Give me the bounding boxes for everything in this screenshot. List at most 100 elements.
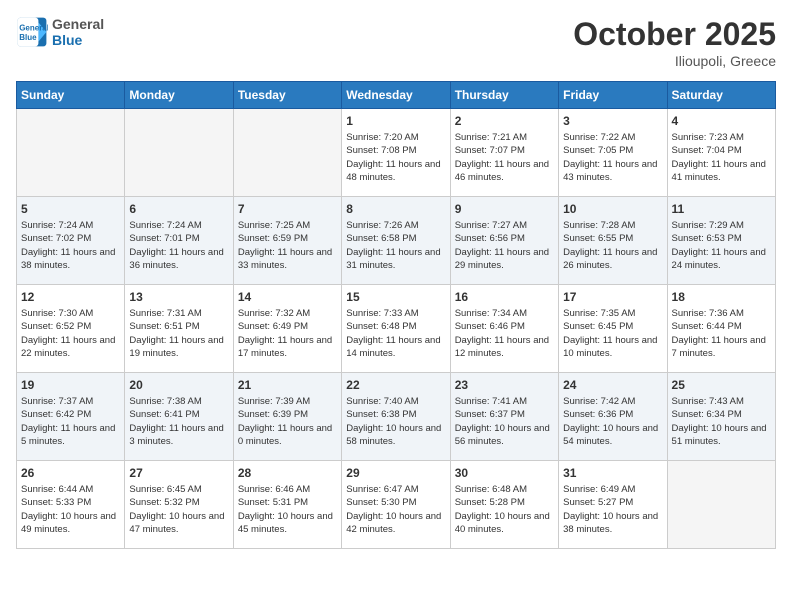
calendar-cell: 8 Sunrise: 7:26 AM Sunset: 6:58 PM Daylig…: [342, 197, 450, 285]
calendar-cell: [17, 109, 125, 197]
calendar-cell: 10 Sunrise: 7:28 AM Sunset: 6:55 PM Dayli…: [559, 197, 667, 285]
day-number: 15: [346, 290, 445, 304]
calendar-subtitle: Ilioupoli, Greece: [573, 53, 776, 69]
logo-icon: General Blue: [16, 16, 48, 48]
day-number: 1: [346, 114, 445, 128]
day-info: Sunrise: 7:26 AM Sunset: 6:58 PM Dayligh…: [346, 219, 445, 272]
calendar-cell: 24 Sunrise: 7:42 AM Sunset: 6:36 PM Dayli…: [559, 373, 667, 461]
day-info: Sunrise: 7:22 AM Sunset: 7:05 PM Dayligh…: [563, 131, 662, 184]
day-number: 14: [238, 290, 337, 304]
calendar-cell: 22Sunrise: 7:40 AM Sunset: 6:38 PM Dayli…: [342, 373, 450, 461]
day-number: 21: [238, 378, 337, 392]
calendar-cell: 17 Sunrise: 7:35 AM Sunset: 6:45 PM Dayli…: [559, 285, 667, 373]
day-number: 28: [238, 466, 337, 480]
column-header-wednesday: Wednesday: [342, 82, 450, 109]
day-number: 29: [346, 466, 445, 480]
day-info: Sunrise: 7:33 AM Sunset: 6:48 PM Dayligh…: [346, 307, 445, 360]
calendar-cell: 29 Sunrise: 6:47 AM Sunset: 5:30 PM Dayli…: [342, 461, 450, 549]
calendar-cell: [233, 109, 341, 197]
day-number: 2: [455, 114, 554, 128]
day-info: Sunrise: 7:27 AM Sunset: 6:56 PM Dayligh…: [455, 219, 554, 272]
calendar-cell: [667, 461, 775, 549]
day-info: Sunrise: 6:48 AM Sunset: 5:28 PM Dayligh…: [455, 483, 554, 536]
day-info: Sunrise: 7:40 AM Sunset: 6:38 PM Dayligh…: [346, 395, 445, 448]
calendar-cell: 7Sunrise: 7:25 AM Sunset: 6:59 PM Daylig…: [233, 197, 341, 285]
day-number: 27: [129, 466, 228, 480]
day-info: Sunrise: 7:37 AM Sunset: 6:42 PM Dayligh…: [21, 395, 120, 448]
day-info: Sunrise: 7:28 AM Sunset: 6:55 PM Dayligh…: [563, 219, 662, 272]
day-info: Sunrise: 7:43 AM Sunset: 6:34 PM Dayligh…: [672, 395, 771, 448]
calendar-cell: 9Sunrise: 7:27 AM Sunset: 6:56 PM Daylig…: [450, 197, 558, 285]
day-info: Sunrise: 7:30 AM Sunset: 6:52 PM Dayligh…: [21, 307, 120, 360]
day-number: 23: [455, 378, 554, 392]
title-block: October 2025 Ilioupoli, Greece: [573, 16, 776, 69]
day-number: 18: [672, 290, 771, 304]
day-info: Sunrise: 7:25 AM Sunset: 6:59 PM Dayligh…: [238, 219, 337, 272]
column-header-saturday: Saturday: [667, 82, 775, 109]
day-info: Sunrise: 7:41 AM Sunset: 6:37 PM Dayligh…: [455, 395, 554, 448]
day-info: Sunrise: 7:38 AM Sunset: 6:41 PM Dayligh…: [129, 395, 228, 448]
header-row: SundayMondayTuesdayWednesdayThursdayFrid…: [17, 82, 776, 109]
day-number: 16: [455, 290, 554, 304]
day-number: 6: [129, 202, 228, 216]
column-header-monday: Monday: [125, 82, 233, 109]
day-number: 24: [563, 378, 662, 392]
column-header-thursday: Thursday: [450, 82, 558, 109]
day-number: 11: [672, 202, 771, 216]
day-info: Sunrise: 7:31 AM Sunset: 6:51 PM Dayligh…: [129, 307, 228, 360]
page-header: General Blue General Blue October 2025 I…: [16, 16, 776, 69]
day-info: Sunrise: 7:36 AM Sunset: 6:44 PM Dayligh…: [672, 307, 771, 360]
svg-text:Blue: Blue: [19, 33, 37, 42]
calendar-cell: 15 Sunrise: 7:33 AM Sunset: 6:48 PM Dayli…: [342, 285, 450, 373]
day-info: Sunrise: 7:35 AM Sunset: 6:45 PM Dayligh…: [563, 307, 662, 360]
calendar-cell: [125, 109, 233, 197]
logo: General Blue General Blue: [16, 16, 104, 48]
day-number: 10: [563, 202, 662, 216]
calendar-week-1: 1 Sunrise: 7:20 AM Sunset: 7:08 PM Daylig…: [17, 109, 776, 197]
calendar-title: October 2025: [573, 16, 776, 53]
day-info: Sunrise: 7:34 AM Sunset: 6:46 PM Dayligh…: [455, 307, 554, 360]
day-info: Sunrise: 7:42 AM Sunset: 6:36 PM Dayligh…: [563, 395, 662, 448]
day-info: Sunrise: 7:32 AM Sunset: 6:49 PM Dayligh…: [238, 307, 337, 360]
calendar-table: SundayMondayTuesdayWednesdayThursdayFrid…: [16, 81, 776, 549]
calendar-week-4: 19 Sunrise: 7:37 AM Sunset: 6:42 PM Dayli…: [17, 373, 776, 461]
calendar-cell: 19 Sunrise: 7:37 AM Sunset: 6:42 PM Dayli…: [17, 373, 125, 461]
day-number: 26: [21, 466, 120, 480]
day-number: 19: [21, 378, 120, 392]
calendar-cell: 12Sunrise: 7:30 AM Sunset: 6:52 PM Dayli…: [17, 285, 125, 373]
day-info: Sunrise: 7:24 AM Sunset: 7:02 PM Dayligh…: [21, 219, 120, 272]
calendar-week-5: 26 Sunrise: 6:44 AM Sunset: 5:33 PM Dayli…: [17, 461, 776, 549]
day-info: Sunrise: 7:20 AM Sunset: 7:08 PM Dayligh…: [346, 131, 445, 184]
calendar-cell: 26 Sunrise: 6:44 AM Sunset: 5:33 PM Dayli…: [17, 461, 125, 549]
calendar-cell: 5Sunrise: 7:24 AM Sunset: 7:02 PM Daylig…: [17, 197, 125, 285]
column-header-friday: Friday: [559, 82, 667, 109]
day-info: Sunrise: 6:47 AM Sunset: 5:30 PM Dayligh…: [346, 483, 445, 536]
logo-text: General Blue: [52, 16, 104, 48]
day-number: 4: [672, 114, 771, 128]
calendar-cell: 14 Sunrise: 7:32 AM Sunset: 6:49 PM Dayli…: [233, 285, 341, 373]
day-info: Sunrise: 6:44 AM Sunset: 5:33 PM Dayligh…: [21, 483, 120, 536]
calendar-week-3: 12Sunrise: 7:30 AM Sunset: 6:52 PM Dayli…: [17, 285, 776, 373]
day-info: Sunrise: 7:39 AM Sunset: 6:39 PM Dayligh…: [238, 395, 337, 448]
day-info: Sunrise: 7:21 AM Sunset: 7:07 PM Dayligh…: [455, 131, 554, 184]
calendar-cell: 4Sunrise: 7:23 AM Sunset: 7:04 PM Daylig…: [667, 109, 775, 197]
calendar-cell: 1 Sunrise: 7:20 AM Sunset: 7:08 PM Daylig…: [342, 109, 450, 197]
day-info: Sunrise: 6:46 AM Sunset: 5:31 PM Dayligh…: [238, 483, 337, 536]
day-info: Sunrise: 7:29 AM Sunset: 6:53 PM Dayligh…: [672, 219, 771, 272]
calendar-cell: 11 Sunrise: 7:29 AM Sunset: 6:53 PM Dayli…: [667, 197, 775, 285]
day-number: 8: [346, 202, 445, 216]
day-info: Sunrise: 6:45 AM Sunset: 5:32 PM Dayligh…: [129, 483, 228, 536]
calendar-cell: 18 Sunrise: 7:36 AM Sunset: 6:44 PM Dayli…: [667, 285, 775, 373]
day-info: Sunrise: 6:49 AM Sunset: 5:27 PM Dayligh…: [563, 483, 662, 536]
svg-text:General: General: [19, 23, 48, 32]
day-number: 13: [129, 290, 228, 304]
day-number: 30: [455, 466, 554, 480]
day-number: 17: [563, 290, 662, 304]
calendar-cell: 3Sunrise: 7:22 AM Sunset: 7:05 PM Daylig…: [559, 109, 667, 197]
calendar-cell: 6 Sunrise: 7:24 AM Sunset: 7:01 PM Daylig…: [125, 197, 233, 285]
day-info: Sunrise: 7:24 AM Sunset: 7:01 PM Dayligh…: [129, 219, 228, 272]
calendar-cell: 27 Sunrise: 6:45 AM Sunset: 5:32 PM Dayli…: [125, 461, 233, 549]
calendar-cell: 20Sunrise: 7:38 AM Sunset: 6:41 PM Dayli…: [125, 373, 233, 461]
day-number: 31: [563, 466, 662, 480]
calendar-cell: 13 Sunrise: 7:31 AM Sunset: 6:51 PM Dayli…: [125, 285, 233, 373]
